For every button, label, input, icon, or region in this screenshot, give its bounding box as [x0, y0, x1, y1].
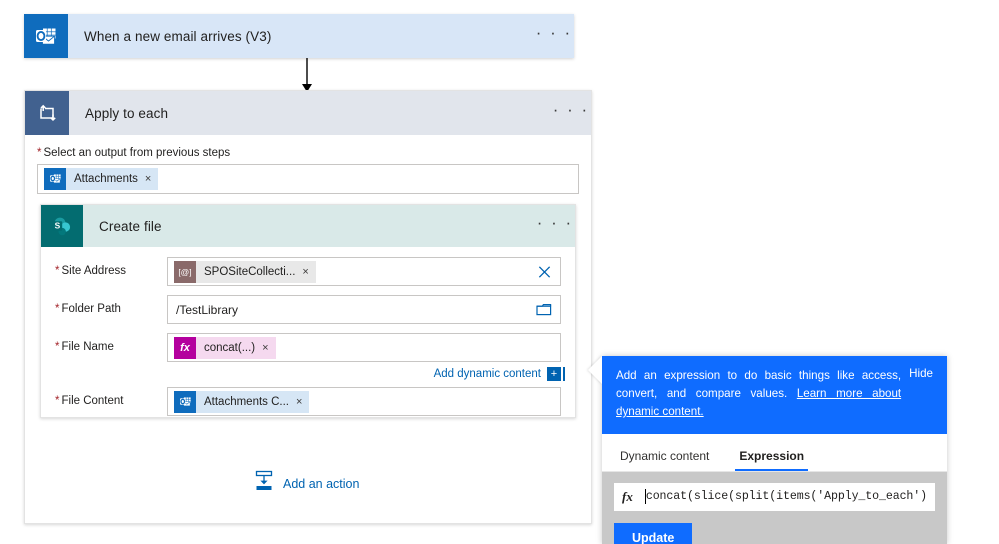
tab-dynamic-content[interactable]: Dynamic content [616, 449, 713, 471]
expression-editor-area: fx concat(slice(split(items('Apply_to_ea… [602, 471, 947, 544]
trigger-card-email[interactable]: When a new email arrives (V3) · · · [24, 14, 574, 58]
file-content-input[interactable]: Attachments C... × [167, 387, 561, 416]
token-label: SPOSiteCollecti... [204, 265, 296, 278]
field-row-file-content: * File Content Attachments C... × [55, 387, 561, 416]
loop-input-label-text: Select an output from previous steps [43, 147, 231, 159]
required-asterisk: * [55, 395, 60, 408]
label-text: Site Address [61, 265, 127, 278]
loop-input-label: * Select an output from previous steps [37, 147, 579, 160]
create-file-more-menu-button[interactable]: · · · [535, 205, 575, 247]
expression-panel: Add an expression to do basic things lik… [588, 356, 947, 544]
label-text: File Content [61, 395, 124, 408]
function-fx-icon: fx [174, 336, 196, 359]
update-button[interactable]: Update [614, 522, 693, 544]
required-asterisk: * [55, 341, 60, 354]
connector-arrow [300, 58, 314, 94]
label-site-address: * Site Address [55, 265, 167, 278]
control-folder-path: /TestLibrary [167, 295, 561, 324]
control-file-content: Attachments C... × [167, 387, 561, 416]
apply-to-each-title: Apply to each [85, 105, 169, 121]
label-file-name: * File Name [55, 341, 167, 354]
expression-banner-text: Add an expression to do basic things lik… [616, 367, 909, 421]
token-remove-icon[interactable]: × [296, 396, 309, 408]
label-text: Folder Path [61, 303, 121, 316]
function-fx-icon: fx [622, 488, 633, 504]
token-attachments[interactable]: Attachments × [44, 167, 159, 190]
required-asterisk: * [55, 265, 60, 278]
required-asterisk: * [55, 303, 60, 316]
token-site-address[interactable]: [@] SPOSiteCollecti... × [174, 260, 316, 283]
add-an-action-button[interactable]: Add an action [254, 470, 359, 497]
hide-banner-button[interactable]: Hide [909, 367, 933, 380]
trigger-title: When a new email arrives (V3) [84, 28, 272, 44]
token-remove-icon[interactable]: × [302, 266, 315, 278]
svg-text:S: S [55, 220, 61, 230]
add-dynamic-content-badge-icon[interactable]: + [547, 367, 565, 381]
expression-panel-tabs: Dynamic content Expression [602, 433, 947, 472]
clear-x-icon[interactable] [537, 264, 552, 279]
sharepoint-icon: S [41, 205, 83, 247]
token-attachments-content[interactable]: Attachments C... × [174, 390, 310, 413]
outlook-icon [44, 167, 66, 190]
label-file-content: * File Content [55, 395, 167, 408]
control-site-address: [@] SPOSiteCollecti... × [167, 257, 561, 286]
token-label: concat(...) [204, 341, 256, 354]
create-file-title: Create file [99, 218, 162, 234]
label-folder-path: * Folder Path [55, 303, 167, 316]
field-row-file-name: * File Name fx concat(...) × [55, 333, 561, 362]
field-row-site-address: * Site Address [@] SPOSiteCollecti... × [55, 257, 561, 286]
token-label: Attachments C... [204, 395, 290, 408]
token-remove-icon[interactable]: × [262, 342, 275, 354]
add-action-label: Add an action [283, 476, 360, 491]
required-asterisk: * [37, 147, 42, 159]
add-dynamic-content-link[interactable]: Add dynamic content [434, 368, 541, 380]
tab-expression[interactable]: Expression [735, 449, 808, 471]
add-action-icon [254, 470, 274, 497]
token-label: Attachments [74, 172, 138, 185]
control-file-name: fx concat(...) × [167, 333, 561, 362]
add-dynamic-content-row: Add dynamic content + [55, 367, 565, 381]
outlook-icon [174, 390, 196, 413]
trigger-more-menu-button[interactable]: · · · [534, 14, 574, 58]
folder-picker-icon[interactable] [536, 303, 552, 317]
label-text: File Name [61, 341, 114, 354]
folder-path-value: /TestLibrary [176, 302, 239, 317]
expression-info-banner: Add an expression to do basic things lik… [602, 356, 947, 434]
flow-designer-canvas: When a new email arrives (V3) · · · Appl… [0, 0, 999, 544]
folder-path-input[interactable]: /TestLibrary [167, 295, 561, 324]
apply-to-each-body: * Select an output from previous steps A… [25, 135, 591, 194]
file-name-input[interactable]: fx concat(...) × [167, 333, 561, 362]
apply-to-each-more-menu-button[interactable]: · · · [551, 91, 591, 135]
create-file-header[interactable]: S Create file · · · [41, 205, 575, 247]
create-file-body: * Site Address [@] SPOSiteCollecti... × [41, 247, 575, 416]
apply-to-each-header[interactable]: Apply to each · · · [25, 91, 591, 135]
token-concat-expression[interactable]: fx concat(...) × [174, 336, 276, 359]
loop-icon [25, 91, 69, 135]
panel-pointer-arrow [588, 356, 602, 384]
expression-input[interactable]: fx concat(slice(split(items('Apply_to_ea… [614, 482, 935, 511]
at-sign-icon: [@] [174, 260, 196, 283]
expression-value: concat(slice(split(items('Apply_to_each'… [645, 490, 927, 504]
field-row-folder-path: * Folder Path /TestLibrary [55, 295, 561, 324]
create-file-card: S Create file · · · * Site Address [@] S… [40, 204, 576, 418]
loop-input-field[interactable]: Attachments × [37, 163, 579, 194]
site-address-input[interactable]: [@] SPOSiteCollecti... × [167, 257, 561, 286]
token-remove-icon[interactable]: × [145, 173, 158, 185]
outlook-icon [24, 14, 68, 58]
